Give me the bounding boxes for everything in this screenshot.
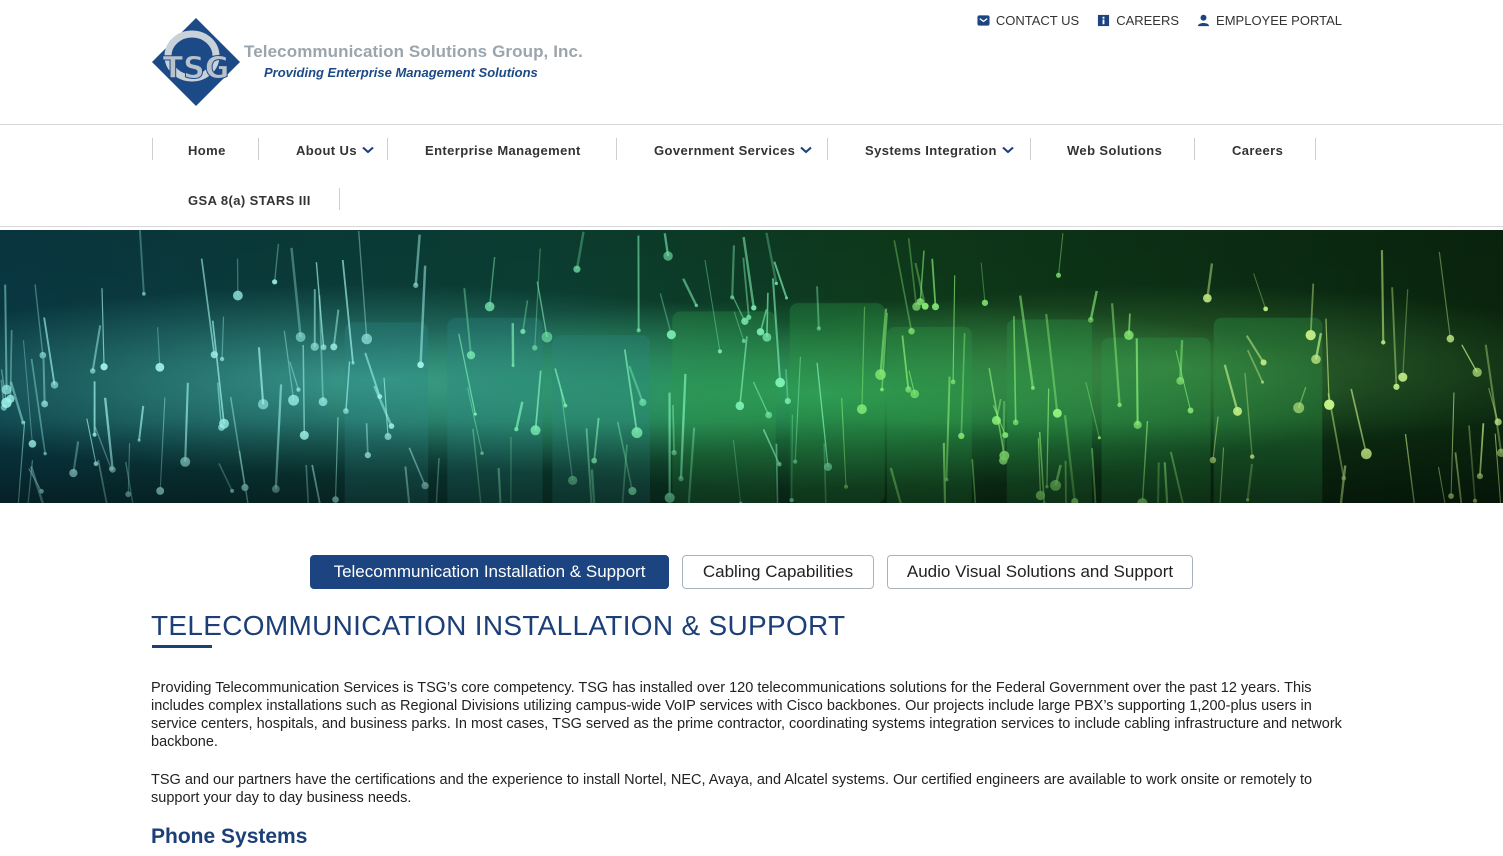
tab-label: Audio Visual Solutions and Support (906, 562, 1174, 581)
nav-item-about-us[interactable]: About Us (296, 137, 374, 163)
careers-link[interactable]: CAREERS (1097, 13, 1179, 28)
nav-item-label: Systems Integration (865, 142, 997, 158)
section-heading-phone-systems: Phone Systems (151, 825, 308, 848)
nav-item-gsa-stars-iii[interactable]: GSA 8(a) STARS III (188, 187, 311, 213)
nav-divider (1315, 138, 1316, 160)
nav-item-label: About Us (296, 142, 357, 158)
title-underline (152, 645, 212, 648)
tab-cabling-capabilities[interactable]: Cabling Capabilities (682, 555, 874, 589)
tab-telecommunication-installation[interactable]: Telecommunication Installation & Support (310, 555, 669, 589)
tab-label: Telecommunication Installation & Support (333, 562, 646, 581)
user-icon (1197, 14, 1210, 27)
nav-divider (339, 188, 340, 210)
nav-item-label: Web Solutions (1067, 142, 1163, 158)
logo-letters: TSG (163, 51, 230, 86)
tab-label: Cabling Capabilities (702, 562, 854, 581)
certifications-paragraph: TSG and our partners have the certificat… (151, 772, 1313, 806)
chevron-down-icon (800, 146, 812, 154)
nav-item-label: Enterprise Management (425, 142, 581, 158)
nav-item-home[interactable]: Home (188, 137, 226, 163)
nav-divider (1030, 138, 1031, 160)
hero-banner-image (0, 230, 1503, 503)
intro-paragraph: Providing Telecommunication Services is … (151, 680, 1342, 750)
nav-item-web-solutions[interactable]: Web Solutions (1067, 137, 1162, 163)
nav-divider (827, 138, 828, 160)
chevron-down-icon (362, 146, 374, 154)
company-tagline: Providing Enterprise Management Solution… (264, 65, 538, 80)
briefcase-icon (1098, 14, 1110, 27)
nav-divider (387, 138, 388, 160)
contact-us-label: CONTACT US (995, 13, 1080, 28)
page-title: TELECOMMUNICATION INSTALLATION & SUPPORT (151, 610, 846, 641)
nav-item-enterprise-management[interactable]: Enterprise Management (425, 137, 581, 163)
site-header: TSG Telecommunication Solutions Group, I… (0, 0, 1503, 125)
nav-item-careers[interactable]: Careers (1232, 137, 1283, 163)
nav-item-label: Government Services (654, 142, 796, 158)
nav-divider (1194, 138, 1195, 160)
employee-portal-label: EMPLOYEE PORTAL (1216, 13, 1342, 28)
employee-portal-link[interactable]: EMPLOYEE PORTAL (1197, 13, 1342, 28)
nav-divider (258, 138, 259, 160)
careers-utility-label: CAREERS (1116, 13, 1180, 28)
contact-us-link[interactable]: CONTACT US (977, 13, 1079, 28)
nav-divider (152, 138, 153, 160)
main-navigation: Home About Us Enterprise Management Gove… (0, 125, 1503, 227)
tsg-logo-icon: TSG (152, 18, 240, 106)
nav-item-label: Careers (1232, 142, 1284, 158)
company-logo[interactable]: TSG Telecommunication Solutions Group, I… (150, 16, 583, 111)
nav-item-government-services[interactable]: Government Services (654, 137, 812, 163)
company-name: Telecommunication Solutions Group, Inc. (244, 42, 583, 61)
nav-divider (616, 138, 617, 160)
tab-audio-visual-solutions[interactable]: Audio Visual Solutions and Support (887, 555, 1193, 589)
utility-nav: CONTACT US CAREERS EMPLOYEE PORTAL (977, 13, 1342, 28)
chevron-down-icon (1002, 146, 1014, 154)
envelope-icon (977, 15, 990, 26)
fiber-optic-image (0, 230, 1503, 503)
nav-item-label: Home (188, 142, 226, 158)
nav-item-systems-integration[interactable]: Systems Integration (865, 137, 1014, 163)
nav-item-label: GSA 8(a) STARS III (188, 192, 311, 208)
